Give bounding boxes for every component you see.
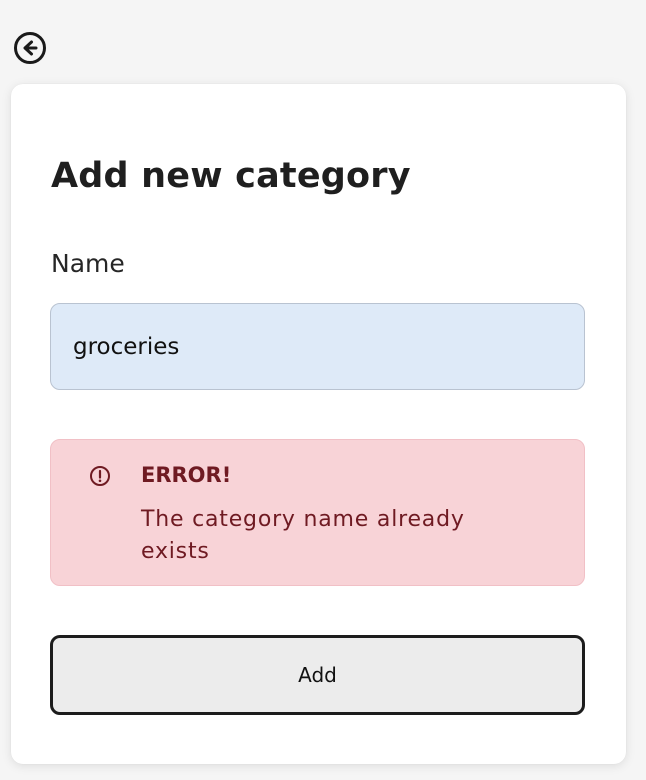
arrow-left-circle-icon [14, 32, 46, 64]
add-button[interactable]: Add [50, 635, 585, 715]
add-category-card: Add new category Name ERROR! The categor… [11, 84, 626, 764]
error-message: The category name already exists [141, 507, 465, 564]
page-title: Add new category [51, 156, 411, 196]
error-title: ERROR! [141, 463, 232, 487]
name-input[interactable] [50, 303, 585, 390]
exclamation-circle-icon [90, 466, 110, 486]
back-button[interactable] [12, 30, 48, 66]
error-alert: ERROR! The category name already exists [50, 439, 585, 586]
name-label: Name [51, 249, 125, 278]
